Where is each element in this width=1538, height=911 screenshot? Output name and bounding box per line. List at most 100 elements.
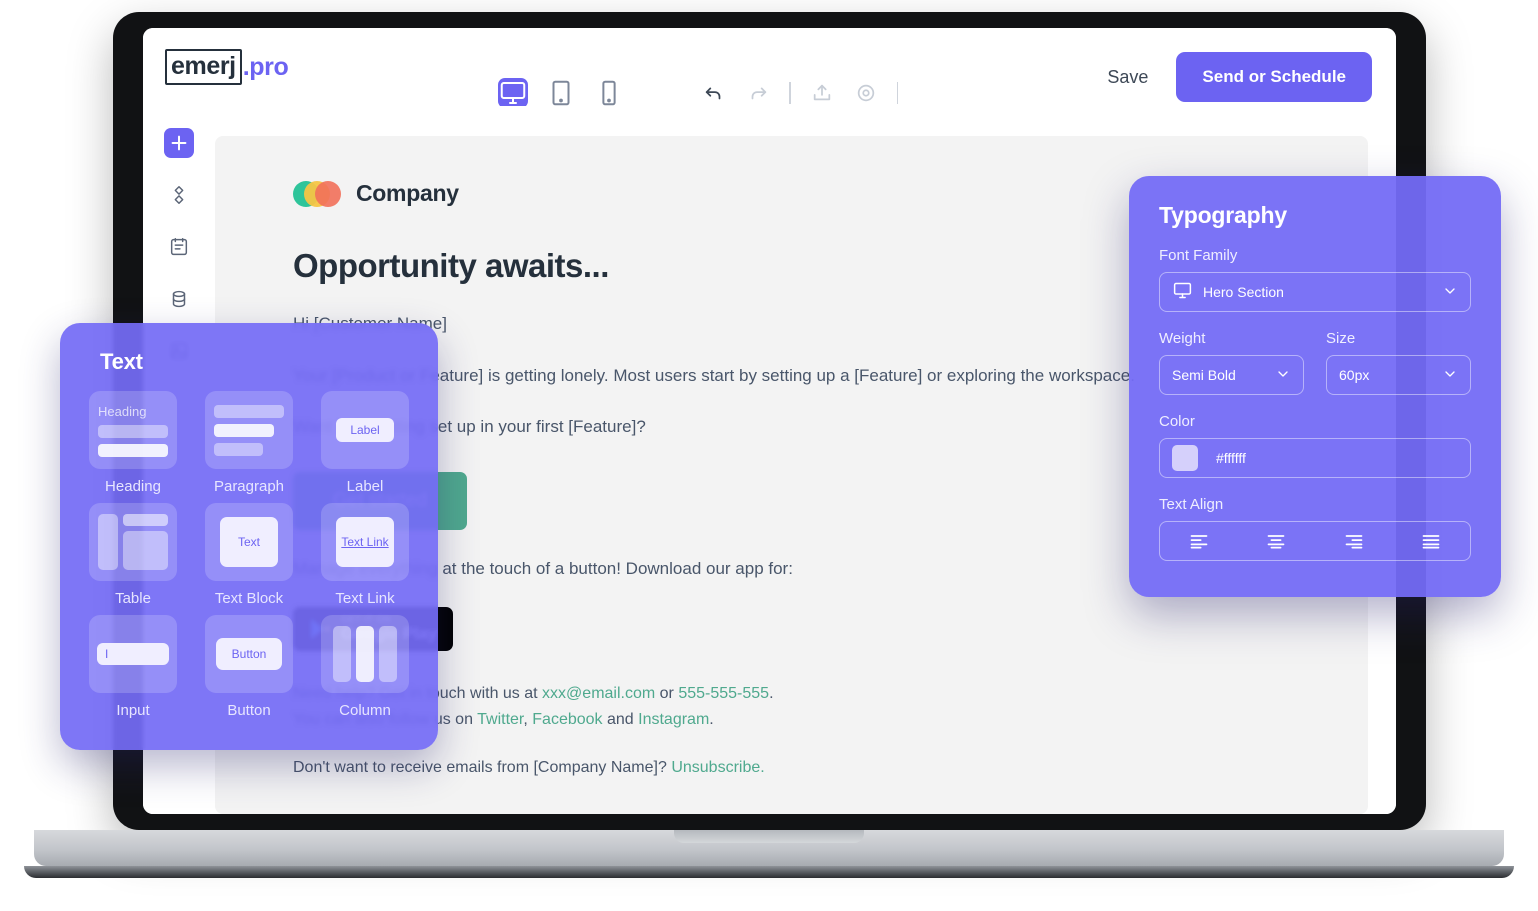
color-field[interactable]: #ffffff [1159, 438, 1471, 478]
color-swatch[interactable] [1172, 445, 1198, 471]
footer-social-post: . [709, 710, 714, 728]
company-logo [293, 180, 341, 207]
tablet-icon [552, 80, 570, 106]
tile-input-sample: I [97, 643, 169, 665]
share-icon [813, 84, 830, 101]
tile-table-label: Table [115, 590, 151, 607]
app-logo[interactable]: emerj .pro [165, 49, 289, 85]
tile-text-block-label: Text Block [214, 590, 284, 607]
tile-input[interactable]: I Input [82, 615, 184, 719]
chevron-down-icon [1442, 366, 1458, 385]
tile-paragraph[interactable]: Paragraph [198, 391, 300, 495]
tile-label[interactable]: Label Label [314, 391, 416, 495]
footer-social-sep-2: and [602, 710, 639, 728]
tile-text-block-preview: Text [205, 503, 293, 581]
redo-icon [751, 87, 767, 100]
app-store-badges: GET IT ON Google Play [293, 607, 1290, 651]
device-toggle-desktop[interactable] [498, 78, 528, 108]
tile-table[interactable]: Table [82, 503, 184, 607]
tile-text-block[interactable]: Text Text Block [198, 503, 300, 607]
footer-twitter-link[interactable]: Twitter [477, 711, 523, 728]
note-icon [170, 238, 188, 256]
app-topbar: emerj .pro Save Send or Schedule [143, 28, 1396, 108]
footer-phone-link[interactable]: 555-555-555 [678, 685, 769, 702]
size-group: Size 60px [1326, 312, 1471, 395]
footer-social-sep-1: , [523, 710, 533, 728]
text-align-group [1159, 521, 1471, 561]
text-align-label: Text Align [1159, 496, 1224, 513]
color-label: Color [1159, 413, 1195, 430]
size-select[interactable]: 60px [1326, 355, 1471, 395]
redo-button[interactable] [745, 80, 771, 106]
footer-contact-mid: or [655, 685, 679, 702]
align-right-button[interactable] [1315, 533, 1393, 549]
send-or-schedule-button[interactable]: Send or Schedule [1176, 52, 1372, 102]
logo-suffix-text: .pro [242, 52, 289, 81]
align-justify-icon [1422, 535, 1440, 549]
device-preview-toggles [498, 78, 624, 108]
undo-icon [705, 87, 721, 100]
share-button[interactable] [809, 80, 835, 106]
sidebar-item-blocks[interactable] [164, 180, 194, 210]
footer-facebook-link[interactable]: Facebook [532, 711, 602, 728]
tile-label-sample: Label [336, 418, 394, 442]
tile-column[interactable]: Column [314, 615, 416, 719]
size-label: Size [1326, 330, 1356, 347]
column-bar [356, 626, 374, 682]
tile-text-link-label: Text Link [335, 590, 395, 607]
footer-unsub-pre: Don't want to receive emails from [Compa… [293, 758, 672, 776]
monitor-icon [1172, 280, 1193, 304]
tile-button-sample: Button [215, 638, 283, 670]
bar [214, 442, 263, 456]
weight-group: Weight Semi Bold [1159, 312, 1304, 395]
logo-main-text: emerj [165, 49, 242, 85]
tile-heading-sample: Heading [98, 403, 147, 419]
laptop-base [34, 830, 1504, 866]
align-left-icon [1190, 535, 1208, 549]
tile-text-link[interactable]: Text Link Text Link [314, 503, 416, 607]
color-value: #ffffff [1216, 450, 1246, 466]
footer-instagram-link[interactable]: Instagram [638, 711, 709, 728]
weight-size-row: Weight Semi Bold Size 60px [1159, 312, 1471, 395]
tile-label-preview: Label [321, 391, 409, 469]
align-center-button[interactable] [1238, 533, 1316, 549]
tile-button-preview: Button [205, 615, 293, 693]
tile-label-label: Label [346, 478, 384, 495]
laptop-foot [24, 866, 1514, 878]
tile-paragraph-label: Paragraph [213, 478, 285, 495]
align-left-button[interactable] [1160, 533, 1238, 549]
weight-select[interactable]: Semi Bold [1159, 355, 1304, 395]
table-main [123, 514, 168, 570]
size-value: 60px [1339, 367, 1370, 383]
tile-heading[interactable]: Heading Heading [82, 391, 184, 495]
save-button[interactable]: Save [1107, 67, 1148, 88]
device-toggle-tablet[interactable] [546, 78, 576, 108]
footer-email-link[interactable]: xxx@email.com [542, 685, 655, 702]
database-icon [172, 290, 186, 308]
sidebar-item-add[interactable] [164, 128, 194, 158]
undo-button[interactable] [701, 80, 727, 106]
mobile-icon [602, 80, 616, 106]
align-justify-button[interactable] [1393, 533, 1471, 549]
laptop-base-notch [674, 830, 864, 843]
font-family-label: Font Family [1159, 247, 1238, 264]
tile-button[interactable]: Button Button [198, 615, 300, 719]
footer-unsubscribe-link[interactable]: Unsubscribe. [671, 759, 764, 776]
align-center-icon [1267, 535, 1285, 549]
text-panel-title: Text [100, 349, 143, 374]
text-elements-panel: Text Heading Heading Paragraph Label Lab… [60, 323, 438, 750]
font-family-select[interactable]: Hero Section [1159, 272, 1471, 312]
tile-input-label: Input [116, 702, 150, 719]
device-toggle-mobile[interactable] [594, 78, 624, 108]
sidebar-item-content[interactable] [164, 232, 194, 262]
tile-text-link-preview: Text Link [321, 503, 409, 581]
email-footer: Need help? Get in touch with us at xxx@e… [293, 681, 1290, 781]
typography-panel-title: Typography [1159, 202, 1287, 228]
footer-contact-post: . [769, 685, 774, 702]
weight-label: Weight [1159, 330, 1206, 347]
bar [98, 424, 168, 438]
tile-paragraph-preview [205, 391, 293, 469]
eye-icon [857, 84, 874, 102]
sidebar-item-data[interactable] [164, 284, 194, 314]
preview-button[interactable] [853, 80, 879, 106]
